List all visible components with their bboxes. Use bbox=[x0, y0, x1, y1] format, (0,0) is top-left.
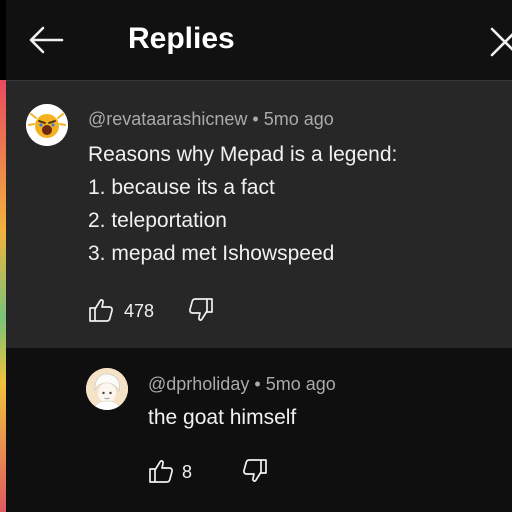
thumbs-down-icon bbox=[189, 298, 213, 321]
header: Replies bbox=[6, 0, 512, 80]
dislike-button[interactable] bbox=[242, 458, 268, 489]
back-button[interactable] bbox=[28, 24, 64, 56]
meta-separator: • bbox=[254, 374, 261, 394]
close-icon bbox=[490, 27, 512, 57]
comment-age: 5mo ago bbox=[263, 109, 334, 129]
thumbs-up-icon bbox=[89, 299, 113, 322]
comment-text-line: 1. because its a fact bbox=[88, 176, 275, 199]
crying-emoji-avatar-icon bbox=[26, 104, 68, 146]
dislike-button[interactable] bbox=[188, 297, 214, 328]
like-button[interactable] bbox=[148, 458, 174, 489]
like-count: 478 bbox=[124, 301, 155, 321]
comment-meta: @revataarashicnew • 5mo ago bbox=[88, 109, 334, 130]
character-avatar-icon bbox=[86, 368, 128, 410]
like-button[interactable] bbox=[88, 297, 114, 328]
comment-text-line: 2. teleportation bbox=[88, 209, 227, 232]
comment-text-line: 3. mepad met Ishowspeed bbox=[88, 242, 335, 265]
author-handle[interactable]: @revataarashicnew bbox=[88, 109, 247, 129]
comment-text: the goat himself bbox=[148, 406, 297, 429]
back-arrow-icon bbox=[29, 26, 64, 54]
comment-meta: @dprholiday • 5mo ago bbox=[148, 374, 336, 395]
thumbs-up-icon bbox=[149, 460, 173, 483]
close-button[interactable] bbox=[488, 24, 512, 58]
comment-age: 5mo ago bbox=[265, 374, 336, 394]
meta-separator: • bbox=[252, 109, 259, 129]
like-count: 8 bbox=[182, 462, 193, 482]
author-handle[interactable]: @dprholiday bbox=[148, 374, 249, 394]
avatar[interactable] bbox=[86, 368, 128, 410]
comment-text-line: Reasons why Mepad is a legend: bbox=[88, 143, 398, 166]
avatar[interactable] bbox=[26, 104, 68, 146]
parent-comment: @revataarashicnew • 5mo ago Reasons why … bbox=[6, 80, 512, 348]
reply-comment: @dprholiday • 5mo ago the goat himself 8 bbox=[6, 348, 512, 512]
thumbs-down-icon bbox=[243, 459, 267, 482]
replies-panel: Replies @revataarashicnew • 5mo ago Reas… bbox=[6, 0, 512, 512]
page-title: Replies bbox=[128, 22, 235, 55]
